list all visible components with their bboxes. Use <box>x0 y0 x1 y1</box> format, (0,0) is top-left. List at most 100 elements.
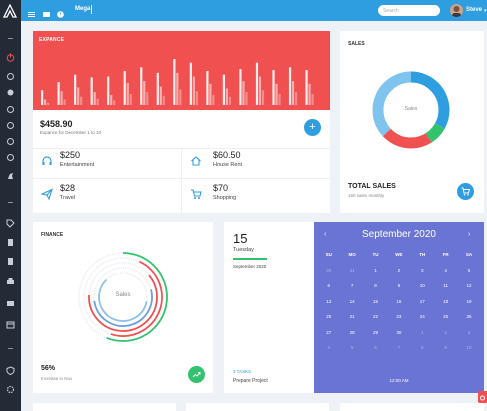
sidebar <box>0 0 21 411</box>
calendar-day-cell[interactable]: 24 <box>411 314 434 319</box>
calendar-day-cell[interactable]: 5 <box>340 345 363 350</box>
calendar-panel: ‹ September 2020 › SU MO TU WE TH FR SA 30 31 1 2 3… <box>314 222 484 393</box>
expance-bar <box>63 99 66 105</box>
calendar-day-number: 15 <box>233 231 248 246</box>
divider <box>181 148 182 213</box>
expance-bar <box>156 72 159 105</box>
calendar-day-cell[interactable]: 4 <box>434 268 457 273</box>
mega-menu-link[interactable]: Mega <box>75 6 90 12</box>
expance-bar <box>96 98 99 105</box>
file-icon[interactable] <box>6 238 15 247</box>
app-logo-icon[interactable] <box>2 3 18 18</box>
calendar-day-cell[interactable]: 20 <box>317 314 340 319</box>
expance-bar <box>80 96 83 105</box>
calendar-weekday-header: TU <box>372 252 379 258</box>
calendar-day-cell[interactable]: 31 <box>340 268 363 273</box>
widgets-icon[interactable] <box>6 105 15 114</box>
charts-icon[interactable] <box>6 153 15 162</box>
calendar-day-cell[interactable]: 2 <box>387 268 410 273</box>
calendar-weekday-row: SU MO TU WE TH FR SA <box>317 247 481 263</box>
calendar-day-cell[interactable]: 8 <box>364 283 387 288</box>
calendar-day-cell[interactable]: 6 <box>317 283 340 288</box>
document-icon[interactable] <box>6 257 15 266</box>
mail-icon[interactable] <box>6 299 15 308</box>
user-name[interactable]: Steve <box>466 7 482 13</box>
shield-icon[interactable] <box>6 366 15 375</box>
next-month-button[interactable]: › <box>468 231 470 238</box>
calendar-task-title[interactable]: Prepare Project <box>233 378 268 384</box>
calendar-day-cell[interactable]: 22 <box>364 314 387 319</box>
calendar-day-cell[interactable]: 10 <box>457 345 480 350</box>
calendar-accent-line <box>233 258 267 260</box>
expance-bar <box>129 93 132 105</box>
avatar[interactable] <box>450 4 463 17</box>
expance-bar <box>143 81 146 105</box>
chevron-down-icon[interactable]: ▾ <box>484 8 487 14</box>
calendar-day-cell[interactable]: 26 <box>457 314 480 319</box>
calendar-day-cell[interactable]: 11 <box>434 283 457 288</box>
clock-icon[interactable] <box>56 6 65 18</box>
calendar-day-cell[interactable]: 6 <box>364 345 387 350</box>
calendar-tasks-count[interactable]: 3 TASKS <box>233 369 251 374</box>
calendar-day-cell[interactable]: 16 <box>387 299 410 304</box>
printer-icon[interactable] <box>6 277 15 286</box>
calendar-day-cell[interactable]: 25 <box>434 314 457 319</box>
dashboard-icon[interactable] <box>6 72 15 81</box>
image-icon[interactable] <box>42 6 51 17</box>
calendar-day-cell[interactable]: 13 <box>317 299 340 304</box>
calendar-day-cell[interactable]: 17 <box>411 299 434 304</box>
calendar-day-cell[interactable]: 27 <box>317 330 340 335</box>
expance-bar <box>140 67 143 105</box>
calendar-day-cell[interactable]: 19 <box>457 299 480 304</box>
sidebar-divider <box>8 348 13 349</box>
settings-icon[interactable] <box>6 385 15 394</box>
calendar-day-cell[interactable]: 1 <box>364 268 387 273</box>
calendar-day-cell[interactable]: 14 <box>340 299 363 304</box>
sales-cart-button[interactable] <box>457 183 474 200</box>
calendar-day-cell[interactable]: 3 <box>457 330 480 335</box>
calendar-day-cell[interactable]: 2 <box>434 330 457 335</box>
expance-bar <box>93 92 96 105</box>
calendar-day-cell[interactable]: 18 <box>434 299 457 304</box>
calendar-weekday-header: SA <box>465 252 473 258</box>
calendar-day-cell[interactable]: 3 <box>411 268 434 273</box>
calendar-day-cell[interactable]: 28 <box>340 330 363 335</box>
chess-icon[interactable] <box>6 171 15 180</box>
stat-value-travel: $28 <box>60 183 76 193</box>
menu-icon[interactable] <box>27 6 36 17</box>
calendar-icon[interactable] <box>6 320 15 329</box>
add-expance-button[interactable]: + <box>304 119 321 136</box>
calendar-day-cell[interactable]: 29 <box>364 330 387 335</box>
forms-icon[interactable] <box>6 121 15 130</box>
calendar-day-cell[interactable]: 30 <box>387 330 410 335</box>
expance-bar <box>275 83 278 105</box>
calendar-day-cell[interactable]: 10 <box>411 283 434 288</box>
calendar-day-cell[interactable]: 21 <box>340 314 363 319</box>
expance-amount: $458.90 <box>40 119 73 129</box>
search-input[interactable] <box>378 5 440 16</box>
calendar-day-cell[interactable]: 12 <box>457 283 480 288</box>
calendar-day-cell[interactable]: 7 <box>387 345 410 350</box>
power-icon[interactable] <box>6 53 15 62</box>
gear-icon <box>480 395 485 401</box>
expance-bar <box>305 70 308 105</box>
calendar-day-cell[interactable]: 15 <box>364 299 387 304</box>
tag-icon[interactable] <box>6 219 15 228</box>
calendar-day-cell[interactable]: 7 <box>340 283 363 288</box>
apps-icon[interactable] <box>6 88 15 97</box>
calendar-day-cell[interactable]: 23 <box>387 314 410 319</box>
cart-icon <box>461 187 470 196</box>
calendar-day-cell[interactable]: 4 <box>317 345 340 350</box>
expance-bar <box>272 70 275 105</box>
calendar-day-cell[interactable]: 9 <box>387 283 410 288</box>
calendar-day-cell[interactable]: 30 <box>317 268 340 273</box>
calendar-day-cell[interactable]: 9 <box>434 345 457 350</box>
calendar-weekday-header: MO <box>348 252 356 258</box>
tables-icon[interactable] <box>6 137 15 146</box>
expance-bar <box>146 92 149 105</box>
settings-toggle-button[interactable] <box>478 391 487 403</box>
calendar-day-cell[interactable]: 5 <box>457 268 480 273</box>
calendar-day-cell[interactable]: 8 <box>411 345 434 350</box>
finance-trend-button[interactable] <box>188 366 205 383</box>
calendar-day-cell[interactable]: 1 <box>411 330 434 335</box>
